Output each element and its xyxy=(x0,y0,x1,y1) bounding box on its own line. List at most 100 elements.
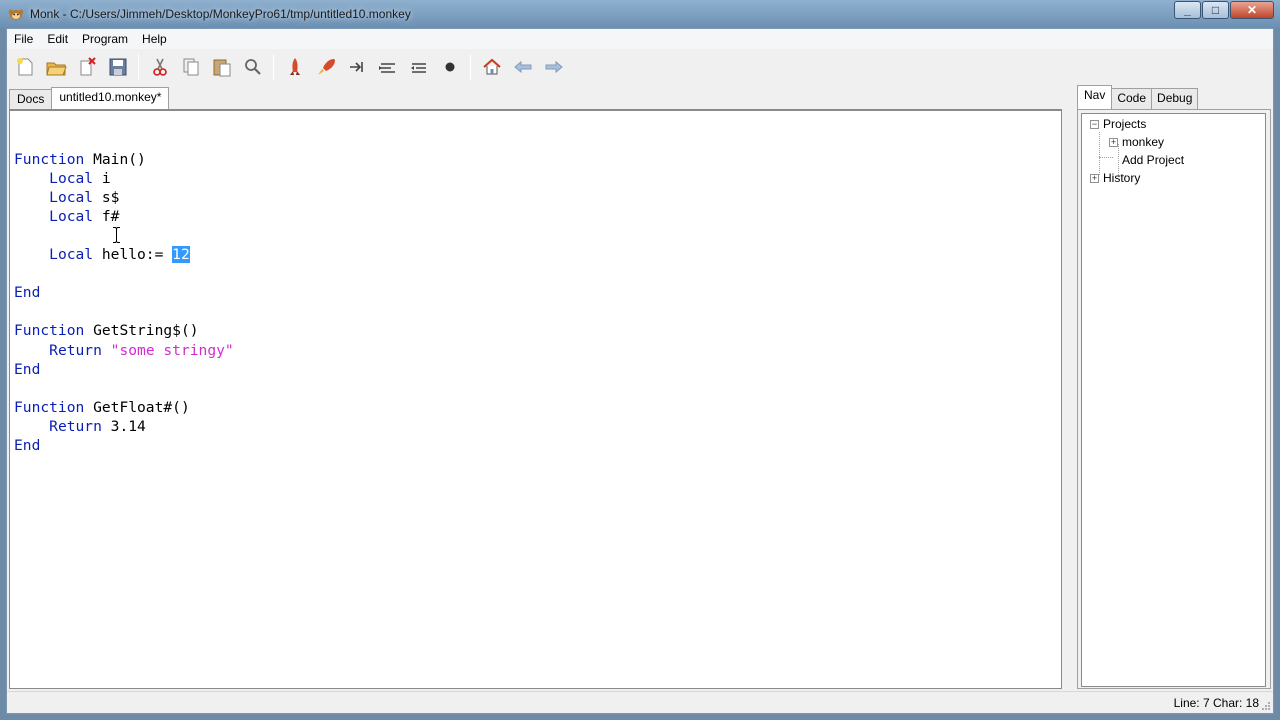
window-client: File Edit Program Help Docs untitled10.m… xyxy=(6,28,1274,714)
home-icon xyxy=(482,58,501,75)
code-keyword: Local xyxy=(49,189,94,207)
close-file-button[interactable] xyxy=(71,53,102,81)
tree-monkey[interactable]: monkey xyxy=(1122,133,1164,151)
code-token: i xyxy=(93,170,111,188)
code-line[interactable] xyxy=(14,264,234,283)
back-button[interactable] xyxy=(507,53,538,81)
step-out-button[interactable] xyxy=(403,53,434,81)
build-run-button[interactable] xyxy=(310,53,341,81)
open-file-button[interactable] xyxy=(40,53,71,81)
panel-splitter[interactable] xyxy=(1063,87,1075,691)
window-title: Monk - C:/Users/Jimmeh/Desktop/MonkeyPro… xyxy=(30,7,411,21)
copy-button[interactable] xyxy=(175,53,206,81)
code-line[interactable] xyxy=(14,302,234,321)
rocket-icon xyxy=(289,58,300,75)
code-keyword: Return xyxy=(49,341,102,359)
code-token: Main() xyxy=(84,151,146,169)
tab-docs[interactable]: Docs xyxy=(9,89,53,109)
title-bar[interactable]: Monk - C:/Users/Jimmeh/Desktop/MonkeyPro… xyxy=(0,0,1280,28)
status-bar: Line: 7 Char: 18 xyxy=(7,691,1273,713)
menu-edit[interactable]: Edit xyxy=(40,29,75,49)
code-line[interactable]: Function GetFloat#() xyxy=(14,398,234,417)
code-line[interactable] xyxy=(14,379,234,398)
code-editor[interactable]: Function Main() Local i Local s$ Local f… xyxy=(9,109,1062,689)
code-string: "some stringy" xyxy=(110,341,234,359)
rocket-launch-icon xyxy=(317,59,335,75)
save-icon xyxy=(109,58,126,76)
nav-panel: − Projects + monkey Add Project + Histor… xyxy=(1077,109,1271,689)
tree-add-project[interactable]: Add Project xyxy=(1122,151,1184,169)
code-line[interactable]: End xyxy=(14,436,234,455)
code-line[interactable]: Local i xyxy=(14,169,234,188)
code-token: f# xyxy=(93,208,120,226)
open-folder-icon xyxy=(45,62,67,76)
tab-debug[interactable]: Debug xyxy=(1151,88,1199,109)
monkey-app-icon xyxy=(8,9,24,20)
minimize-button[interactable]: _ xyxy=(1174,1,1201,19)
code-line[interactable]: End xyxy=(14,283,234,302)
toolbar-separator xyxy=(273,54,274,80)
tab-untitled10[interactable]: untitled10.monkey* xyxy=(51,87,170,110)
collapse-icon[interactable]: − xyxy=(1090,120,1099,129)
code-token: hello:= xyxy=(93,246,173,264)
tab-nav[interactable]: Nav xyxy=(1077,85,1113,110)
code-token: GetString$() xyxy=(84,322,199,340)
tree-connector xyxy=(1099,157,1113,158)
minimize-icon: _ xyxy=(1184,3,1191,17)
code-line[interactable]: Local hello:= 12 xyxy=(14,245,234,264)
new-file-button[interactable] xyxy=(9,53,40,81)
menu-program[interactable]: Program xyxy=(75,29,135,49)
tree-projects[interactable]: Projects xyxy=(1103,115,1146,133)
toolbar xyxy=(7,50,1273,84)
code-line[interactable] xyxy=(14,226,234,245)
maximize-button[interactable]: □ xyxy=(1202,1,1229,19)
save-file-button[interactable] xyxy=(102,53,133,81)
code-line[interactable]: Function GetString$() xyxy=(14,321,234,340)
find-button[interactable] xyxy=(237,53,268,81)
expand-icon[interactable]: + xyxy=(1109,138,1118,147)
close-button[interactable]: ✕ xyxy=(1230,1,1274,19)
tree-history[interactable]: History xyxy=(1103,169,1140,187)
cut-button[interactable] xyxy=(144,53,175,81)
stop-button[interactable] xyxy=(434,53,465,81)
expand-icon[interactable]: + xyxy=(1090,174,1099,183)
text-cursor-icon xyxy=(113,227,120,243)
maximize-icon: □ xyxy=(1211,3,1220,17)
build-button[interactable] xyxy=(279,53,310,81)
code-token: s$ xyxy=(93,189,120,207)
step-in-button[interactable] xyxy=(372,53,403,81)
code-keyword: End xyxy=(14,360,41,378)
project-tree[interactable]: − Projects + monkey Add Project + Histor… xyxy=(1081,113,1266,687)
close-icon: ✕ xyxy=(1246,3,1258,17)
side-panel-tabs: Nav Code Debug xyxy=(1077,85,1199,110)
code-line[interactable]: Function Main() xyxy=(14,150,234,169)
step-out-icon xyxy=(410,63,426,73)
menu-file[interactable]: File xyxy=(7,29,40,49)
copy-icon xyxy=(183,58,198,76)
code-line[interactable]: Return 3.14 xyxy=(14,417,234,436)
cursor-position: Line: 7 Char: 18 xyxy=(1173,696,1259,710)
scissors-icon xyxy=(152,58,167,76)
code-keyword: Return xyxy=(49,417,102,435)
code-line[interactable]: Return "some stringy" xyxy=(14,341,234,360)
resize-grip-icon[interactable] xyxy=(1261,701,1271,711)
code-line[interactable]: End xyxy=(14,360,234,379)
forward-button[interactable] xyxy=(538,53,569,81)
code-keyword: Function xyxy=(14,322,85,340)
code-selection: 12 xyxy=(172,246,190,264)
toolbar-separator xyxy=(138,54,139,80)
code-text[interactable]: Function Main() Local i Local s$ Local f… xyxy=(14,131,234,455)
code-line[interactable]: Local s$ xyxy=(14,188,234,207)
stop-dot-icon xyxy=(445,62,454,72)
home-button[interactable] xyxy=(476,53,507,81)
paste-button[interactable] xyxy=(206,53,237,81)
code-line[interactable]: Local f# xyxy=(14,207,234,226)
step-button[interactable] xyxy=(341,53,372,81)
step-icon xyxy=(349,62,363,72)
close-file-icon xyxy=(80,57,96,76)
tab-code[interactable]: Code xyxy=(1111,88,1153,109)
code-line[interactable] xyxy=(14,131,234,150)
menu-help[interactable]: Help xyxy=(135,29,174,49)
